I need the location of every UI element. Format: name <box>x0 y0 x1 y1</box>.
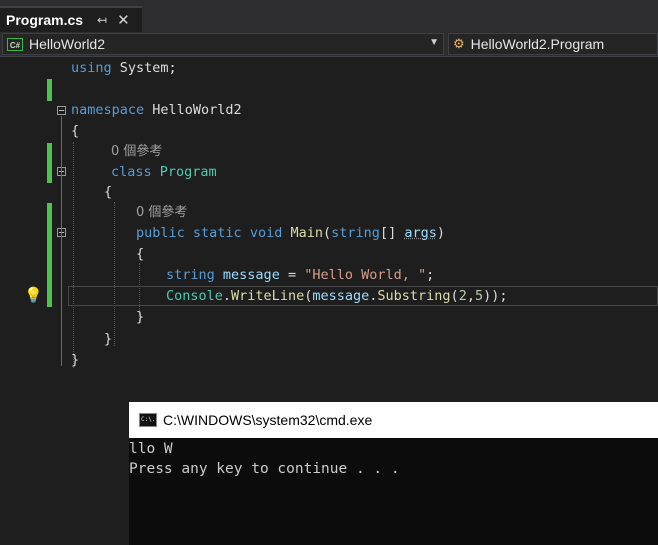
class-icon: ⚙ <box>453 36 465 51</box>
code-line-writeline: Console.WriteLine(message.Substring(2,5)… <box>166 288 508 304</box>
reference-count-class[interactable]: 0 個參考 <box>111 142 162 162</box>
code-line-main-brace: { <box>136 246 145 262</box>
console-title: C:\WINDOWS\system32\cmd.exe <box>163 412 373 428</box>
change-indicator <box>47 203 52 307</box>
indent-guide <box>73 142 74 368</box>
project-name: HelloWorld2 <box>29 36 105 52</box>
change-indicator <box>47 79 52 101</box>
code-line-class-close: } <box>104 331 113 347</box>
code-line-main: public static void Main(string[] args) <box>136 225 445 241</box>
console-window[interactable]: C:\. C:\WINDOWS\system32\cmd.exe llo W P… <box>129 402 658 545</box>
console-output-line: llo W <box>129 441 173 457</box>
reference-count-main[interactable]: 0 個參考 <box>136 203 187 223</box>
tab-program-cs[interactable]: Program.cs ↤ ✕ <box>0 6 142 32</box>
chevron-down-icon[interactable]: ▼ <box>429 37 439 48</box>
change-indicator <box>47 143 52 183</box>
pin-icon[interactable]: ↤ <box>97 13 107 27</box>
outline-line <box>61 116 62 366</box>
tab-title: Program.cs <box>6 12 84 28</box>
lightbulb-icon[interactable]: 💡 <box>24 286 43 304</box>
member-dropdown[interactable]: ⚙ HelloWorld2.Program <box>448 33 658 55</box>
indent-guide <box>114 202 115 346</box>
console-output-line: Press any key to continue . . . <box>129 461 400 477</box>
close-icon[interactable]: ✕ <box>117 11 130 29</box>
csharp-project-icon: C# <box>7 37 23 51</box>
collapse-namespace-icon[interactable] <box>57 106 66 115</box>
code-line-brace-open: { <box>71 123 80 139</box>
code-line-class: class Program <box>111 164 217 180</box>
code-line-1: using System; <box>71 60 177 76</box>
document-tab-strip: Program.cs ↤ ✕ <box>0 0 658 32</box>
project-dropdown[interactable]: C# HelloWorld2 ▼ <box>2 33 444 55</box>
code-line-namespace: namespace HelloWorld2 <box>71 102 242 118</box>
code-line-message: string message = "Hello World, "; <box>166 267 435 283</box>
code-line-main-close: } <box>136 309 145 325</box>
member-name: HelloWorld2.Program <box>470 36 605 52</box>
navigation-bar: C# HelloWorld2 ▼ ⚙ HelloWorld2.Program <box>0 32 658 57</box>
console-app-icon: C:\. <box>139 413 157 427</box>
code-line-namespace-close: } <box>71 352 80 368</box>
code-line-class-brace: { <box>104 184 113 200</box>
console-title-bar[interactable]: C:\. C:\WINDOWS\system32\cmd.exe <box>129 402 658 438</box>
